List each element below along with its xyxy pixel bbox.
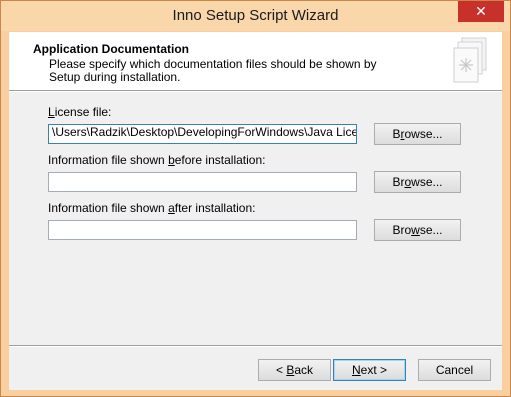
license-file-input[interactable]: \Users\Radzik\Desktop\DevelopingForWindo… bbox=[48, 124, 357, 144]
next-button[interactable]: Next > bbox=[333, 359, 406, 381]
info-before-label: Information file shown before installati… bbox=[48, 153, 266, 167]
page-header: Application Documentation Please specify… bbox=[9, 32, 502, 90]
wizard-window: Inno Setup Script Wizard ✕ Application D… bbox=[0, 0, 511, 397]
info-after-label: Information file shown after installatio… bbox=[48, 201, 256, 215]
info-before-browse-button[interactable]: Browse... bbox=[374, 171, 461, 193]
info-before-input[interactable] bbox=[48, 172, 357, 192]
back-button[interactable]: < Back bbox=[258, 359, 331, 381]
document-wizard-icon bbox=[453, 37, 487, 83]
wizard-client-area: Application Documentation Please specify… bbox=[9, 32, 502, 390]
header-separator bbox=[9, 90, 502, 92]
cancel-button[interactable]: Cancel bbox=[418, 359, 491, 381]
window-title: Inno Setup Script Wizard bbox=[172, 7, 339, 24]
info-after-input[interactable] bbox=[48, 220, 357, 240]
license-file-label: License file: bbox=[48, 105, 112, 119]
close-icon: ✕ bbox=[475, 3, 487, 19]
title-bar: Inno Setup Script Wizard ✕ bbox=[1, 1, 510, 31]
info-after-browse-button[interactable]: Browse... bbox=[374, 219, 461, 241]
page-description: Please specify which documentation files… bbox=[49, 57, 377, 84]
close-button[interactable]: ✕ bbox=[458, 1, 504, 22]
license-browse-button[interactable]: Browse... bbox=[374, 123, 461, 145]
page-title: Application Documentation bbox=[33, 42, 189, 56]
footer-separator bbox=[9, 345, 502, 347]
